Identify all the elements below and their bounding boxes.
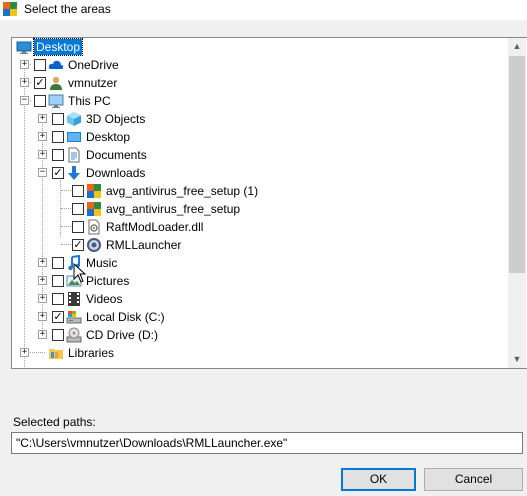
avg-installer-icon	[87, 184, 101, 198]
checkbox[interactable]	[52, 149, 64, 161]
tree-item-cd-drive[interactable]: + CD Drive (D:)	[12, 326, 509, 344]
desktop-icon	[16, 41, 32, 54]
checkbox[interactable]	[34, 59, 46, 71]
tree-label: Videos	[86, 292, 123, 306]
checkbox[interactable]	[72, 221, 84, 233]
tree-label: RMLLauncher	[106, 238, 182, 252]
downloads-icon	[68, 166, 80, 180]
collapse-toggle[interactable]: −	[20, 96, 29, 105]
tree-label: Desktop	[32, 38, 84, 56]
scroll-down-icon[interactable]: ▼	[508, 351, 526, 368]
checkbox[interactable]: ✓	[34, 77, 46, 89]
scroll-up-icon[interactable]: ▲	[508, 38, 526, 55]
expand-toggle[interactable]: +	[38, 312, 47, 321]
tree-item-file[interactable]: avg_antivirus_free_setup (1)	[12, 182, 509, 200]
tree-label: Downloads	[86, 166, 146, 180]
cd-drive-icon	[66, 327, 82, 343]
checkbox[interactable]	[52, 113, 64, 125]
expand-toggle[interactable]: +	[38, 276, 47, 285]
selected-paths-label: Selected paths:	[13, 415, 96, 429]
tree-label: Local Disk (C:)	[86, 310, 165, 324]
checkbox[interactable]	[34, 95, 46, 107]
tree-label: Libraries	[68, 346, 115, 360]
tree-label: OneDrive	[68, 58, 119, 72]
ok-button[interactable]: OK	[341, 468, 416, 491]
checkbox[interactable]: ✓	[52, 311, 64, 323]
checkbox[interactable]	[52, 293, 64, 305]
collapse-toggle[interactable]: −	[38, 168, 47, 177]
scroll-thumb[interactable]	[509, 56, 525, 273]
tree-label: avg_antivirus_free_setup	[106, 202, 241, 216]
avg-installer-icon	[87, 202, 101, 216]
tree-item-vmnutzer[interactable]: + ✓ vmnutzer	[12, 74, 509, 92]
checkbox[interactable]	[72, 185, 84, 197]
videos-icon	[68, 292, 80, 306]
expand-toggle[interactable]: +	[38, 114, 47, 123]
tree-label: vmnutzer	[68, 76, 118, 90]
tree-label: 3D Objects	[86, 112, 146, 126]
tree-item-videos[interactable]: + Videos	[12, 290, 509, 308]
tree-item-3d-objects[interactable]: + 3D Objects	[12, 110, 509, 128]
tree-item-desktop-root[interactable]: Desktop	[12, 38, 509, 56]
cancel-button[interactable]: Cancel	[424, 468, 523, 491]
tree-item-this-pc[interactable]: − This PC	[12, 92, 509, 110]
expand-toggle[interactable]: +	[20, 78, 29, 87]
cloud-icon	[48, 60, 64, 69]
folder-tree[interactable]: Desktop + OneDrive + ✓ vmnutzer − This P…	[11, 37, 527, 369]
checkbox[interactable]: ✓	[72, 239, 84, 251]
expand-toggle[interactable]: +	[20, 348, 29, 357]
documents-icon	[68, 147, 80, 163]
tree-item-onedrive[interactable]: + OneDrive	[12, 56, 509, 74]
title-bar: Select the areas	[0, 0, 527, 20]
tree-item-file[interactable]: avg_antivirus_free_setup	[12, 200, 509, 218]
tree-label: Documents	[86, 148, 147, 162]
tree-item-downloads[interactable]: − ✓ Downloads	[12, 164, 509, 182]
expand-toggle[interactable]: +	[38, 132, 47, 141]
expand-toggle[interactable]: +	[38, 258, 47, 267]
tree-item-libraries[interactable]: + Libraries	[12, 344, 509, 362]
user-icon	[50, 76, 62, 90]
app-icon	[3, 2, 17, 16]
tree-label: RaftModLoader.dll	[106, 220, 204, 234]
tree-label: CD Drive (D:)	[86, 328, 158, 342]
dll-file-icon	[88, 219, 100, 235]
local-disk-icon	[66, 311, 82, 324]
tree-item-documents[interactable]: + Documents	[12, 146, 509, 164]
libraries-icon	[49, 349, 63, 359]
tree-item-file[interactable]: RaftModLoader.dll	[12, 218, 509, 236]
3d-objects-icon	[67, 112, 81, 126]
mouse-cursor-icon	[73, 263, 87, 283]
launcher-icon	[87, 238, 101, 252]
computer-icon	[48, 94, 64, 108]
checkbox[interactable]	[52, 131, 64, 143]
tree-item-desktop[interactable]: + Desktop	[12, 128, 509, 146]
checkbox[interactable]	[52, 257, 64, 269]
vertical-scrollbar[interactable]: ▲ ▼	[508, 38, 526, 368]
expand-toggle[interactable]: +	[38, 330, 47, 339]
dialog-body: Desktop + OneDrive + ✓ vmnutzer − This P…	[0, 20, 527, 496]
tree-label: Desktop	[86, 130, 131, 144]
tree-item-local-disk[interactable]: + ✓ Local Disk (C:)	[12, 308, 509, 326]
expand-toggle[interactable]: +	[38, 294, 47, 303]
window-title: Select the areas	[24, 2, 111, 16]
desktop-folder-icon	[67, 132, 81, 142]
tree-label: This PC	[68, 94, 111, 108]
checkbox[interactable]	[52, 329, 64, 341]
checkbox[interactable]	[72, 203, 84, 215]
checkbox[interactable]	[52, 275, 64, 287]
expand-toggle[interactable]: +	[20, 60, 29, 69]
tree-item-file[interactable]: ✓ RMLLauncher	[12, 236, 509, 254]
tree-label: Pictures	[86, 274, 130, 288]
tree-label: avg_antivirus_free_setup (1)	[106, 184, 259, 198]
expand-toggle[interactable]: +	[38, 150, 47, 159]
selected-paths-field[interactable]: "C:\Users\vmnutzer\Downloads\RMLLauncher…	[11, 432, 523, 454]
checkbox[interactable]: ✓	[52, 167, 64, 179]
tree-label: Music	[86, 256, 118, 270]
